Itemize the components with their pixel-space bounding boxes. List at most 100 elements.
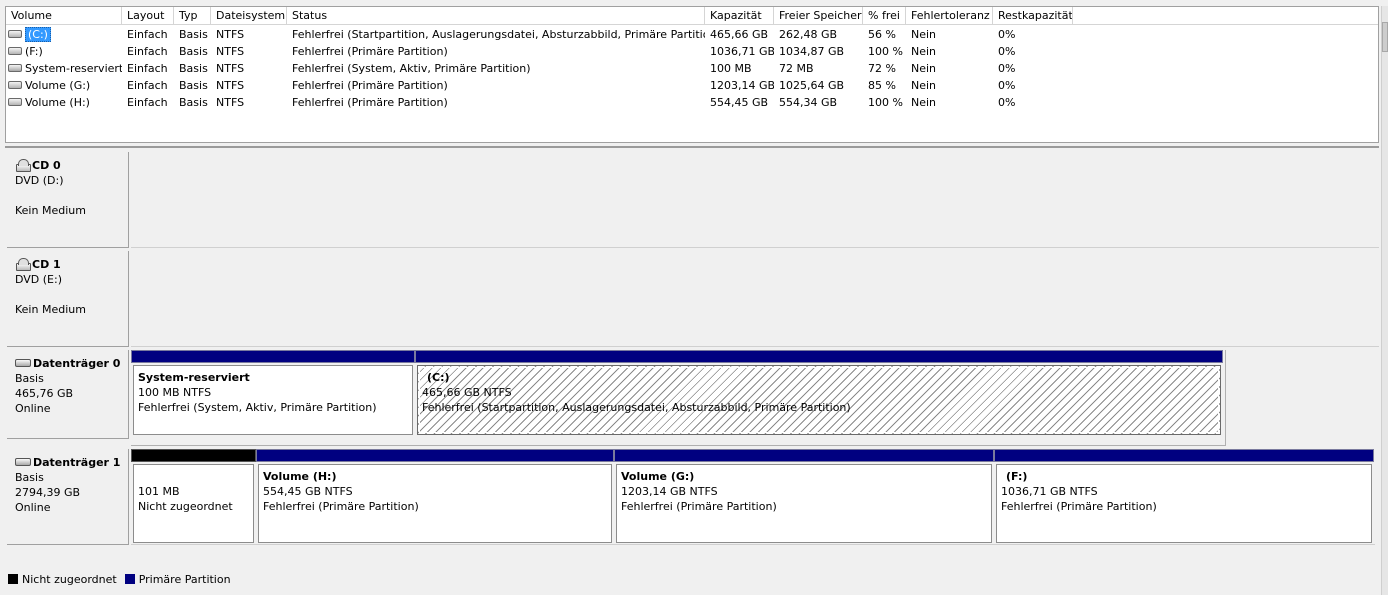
disk-row-datenträger-1: Datenträger 1 Basis 2794,39 GB Online 101 M… bbox=[5, 445, 1379, 545]
cell-name: (C:) bbox=[6, 26, 122, 43]
legend-swatch bbox=[124, 574, 135, 584]
partition-body: 101 MB Nicht zugeordnet bbox=[133, 464, 254, 543]
disk-label[interactable]: CD 1 DVD (E:) Kein Medium bbox=[7, 251, 129, 347]
cell-status: Fehlerfrei (System, Aktiv, Primäre Parti… bbox=[292, 62, 531, 75]
partition[interactable]: 101 MB Nicht zugeordnet bbox=[131, 449, 256, 543]
column-header-layout[interactable]: Layout bbox=[122, 7, 174, 25]
disk-row-cd-1: CD 1 DVD (E:) Kein Medium bbox=[5, 247, 1379, 347]
cell-rest: 0% bbox=[998, 96, 1016, 109]
legend-item: Primäre Partition bbox=[124, 573, 231, 586]
partition-size: 554,45 GB NTFS bbox=[263, 485, 353, 498]
cell-fs: NTFS bbox=[216, 96, 245, 109]
column-header-fs[interactable]: Dateisystem bbox=[211, 7, 287, 25]
disk-info-line: DVD (E:) bbox=[15, 273, 63, 286]
disk-row-datenträger-0: Datenträger 0 Basis 465,76 GB Online System-… bbox=[5, 346, 1379, 446]
partition-body: Volume (H:) 554,45 GB NTFS Fehlerfrei (Pri… bbox=[258, 464, 612, 543]
legend-swatch bbox=[8, 574, 18, 584]
disk-title-line: Datenträger 1 bbox=[15, 455, 128, 470]
disk-info-line: Kein Medium bbox=[15, 204, 86, 217]
partition[interactable]: Volume (H:) 554,45 GB NTFS Fehlerfrei (Pri… bbox=[256, 449, 614, 543]
disk-info-line: DVD (D:) bbox=[15, 174, 64, 187]
cell-free: 1034,87 GB bbox=[779, 45, 845, 58]
legend-item: Nicht zugeordnet bbox=[5, 573, 117, 586]
volume-row[interactable]: System-reserviert Einfach Basis NTFS Fehlerf… bbox=[6, 60, 1378, 77]
cell-free: 72 MB bbox=[779, 62, 814, 75]
partition-status: Fehlerfrei (Primäre Partition) bbox=[1001, 500, 1157, 513]
partition-title bbox=[138, 469, 249, 484]
cell-free: 1025,64 GB bbox=[779, 79, 845, 92]
cell-capacity: 100 MB bbox=[710, 62, 752, 75]
disk-info-line: Kein Medium bbox=[15, 303, 86, 316]
column-header-name[interactable]: Volume bbox=[6, 7, 122, 25]
cell-name: (F:) bbox=[6, 43, 122, 60]
volume-name: System-reserviert bbox=[25, 62, 122, 75]
partition[interactable]: (C:) 465,66 GB NTFS Fehlerfrei (Startparti… bbox=[415, 350, 1223, 439]
drive-icon bbox=[8, 47, 22, 55]
disk-graphical-view: CD 0 DVD (D:) Kein Medium CD 1 DVD (E:) Kei… bbox=[5, 146, 1379, 568]
vertical-scrollbar[interactable] bbox=[1381, 6, 1388, 595]
cell-pct: 72 % bbox=[868, 62, 896, 75]
volume-row[interactable]: (C:) Einfach Basis NTFS Fehlerfrei (Startpar… bbox=[6, 26, 1378, 43]
volume-name: Volume (H:) bbox=[25, 96, 90, 109]
volume-row[interactable]: (F:) Einfach Basis NTFS Fehlerfrei (Primäre … bbox=[6, 43, 1378, 60]
disk-label[interactable]: CD 0 DVD (D:) Kein Medium bbox=[7, 152, 129, 248]
cell-typ: Basis bbox=[179, 28, 208, 41]
cell-layout: Einfach bbox=[127, 96, 168, 109]
cell-name: Volume (H:) bbox=[6, 94, 122, 111]
unallocated-bar bbox=[131, 449, 256, 462]
cell-pct: 85 % bbox=[868, 79, 896, 92]
volume-row[interactable]: Volume (H:) Einfach Basis NTFS Fehlerfrei (P… bbox=[6, 94, 1378, 111]
disk-info-line: 2794,39 GB bbox=[15, 486, 81, 499]
primary-partition-bar bbox=[614, 449, 994, 462]
hard-disk-icon bbox=[15, 458, 31, 466]
partition-title: System-reserviert bbox=[138, 371, 250, 384]
column-header-free[interactable]: Freier Speicher bbox=[774, 7, 863, 25]
hard-disk-icon bbox=[15, 359, 31, 367]
column-header-typ[interactable]: Typ bbox=[174, 7, 211, 25]
disk-label[interactable]: Datenträger 0 Basis 465,76 GB Online bbox=[7, 350, 129, 439]
cd-drive-icon bbox=[15, 159, 31, 172]
partition-title: Volume (H:) bbox=[263, 470, 337, 483]
partition[interactable]: Volume (G:) 1203,14 GB NTFS Fehlerfrei (Pr… bbox=[614, 449, 994, 543]
cell-layout: Einfach bbox=[127, 45, 168, 58]
cell-pct: 100 % bbox=[868, 96, 903, 109]
column-header-capacity[interactable]: Kapazität bbox=[705, 7, 774, 25]
column-header-pct[interactable]: % frei bbox=[863, 7, 906, 25]
cell-free: 262,48 GB bbox=[779, 28, 838, 41]
volume-name: Volume (G:) bbox=[25, 79, 91, 92]
cell-fault: Nein bbox=[911, 45, 937, 58]
cell-rest: 0% bbox=[998, 45, 1016, 58]
cell-fs: NTFS bbox=[216, 79, 245, 92]
volume-list[interactable]: Volume Layout Typ Dateisystem Status Kapazitä… bbox=[5, 6, 1379, 143]
disk-title-line: Datenträger 0 bbox=[15, 356, 128, 371]
partition-size: 100 MB NTFS bbox=[138, 386, 212, 399]
cell-fs: NTFS bbox=[216, 45, 245, 58]
cell-capacity: 465,66 GB bbox=[710, 28, 769, 41]
cd-drive-icon bbox=[15, 258, 31, 271]
disk-info-line: Basis bbox=[15, 471, 44, 484]
partition-status: Fehlerfrei (System, Aktiv, Primäre Parti… bbox=[138, 401, 377, 414]
volume-row[interactable]: Volume (G:) Einfach Basis NTFS Fehlerfrei (P… bbox=[6, 77, 1378, 94]
column-header-fault[interactable]: Fehlertoleranz bbox=[906, 7, 993, 25]
disk-title: Datenträger 1 bbox=[33, 456, 121, 469]
scrollbar-thumb[interactable] bbox=[1382, 22, 1388, 52]
cell-status: Fehlerfrei (Primäre Partition) bbox=[292, 96, 448, 109]
disk-label[interactable]: Datenträger 1 Basis 2794,39 GB Online bbox=[7, 449, 129, 545]
partition-title: Volume (G:) bbox=[621, 470, 695, 483]
cell-fs: NTFS bbox=[216, 28, 245, 41]
disk-info-line: Basis bbox=[15, 372, 44, 385]
disk-title-line: CD 1 bbox=[15, 257, 128, 272]
partition[interactable]: System-reserviert 100 MB NTFS Fehlerfrei (… bbox=[131, 350, 415, 439]
cell-typ: Basis bbox=[179, 96, 208, 109]
column-header-status[interactable]: Status bbox=[287, 7, 705, 25]
disk-partition-area bbox=[131, 152, 1379, 248]
drive-icon bbox=[8, 98, 22, 106]
drive-icon bbox=[8, 30, 22, 38]
partition-title: (C:) bbox=[427, 371, 450, 384]
column-header-rest[interactable]: Restkapazität bbox=[993, 7, 1073, 25]
partition-status: Nicht zugeordnet bbox=[138, 500, 233, 513]
partition-size: 1203,14 GB NTFS bbox=[621, 485, 718, 498]
partition[interactable]: (F:) 1036,71 GB NTFS Fehlerfrei (Primäre P… bbox=[994, 449, 1374, 543]
disk-info-line: 465,76 GB bbox=[15, 387, 74, 400]
disk-info-line bbox=[15, 188, 128, 203]
